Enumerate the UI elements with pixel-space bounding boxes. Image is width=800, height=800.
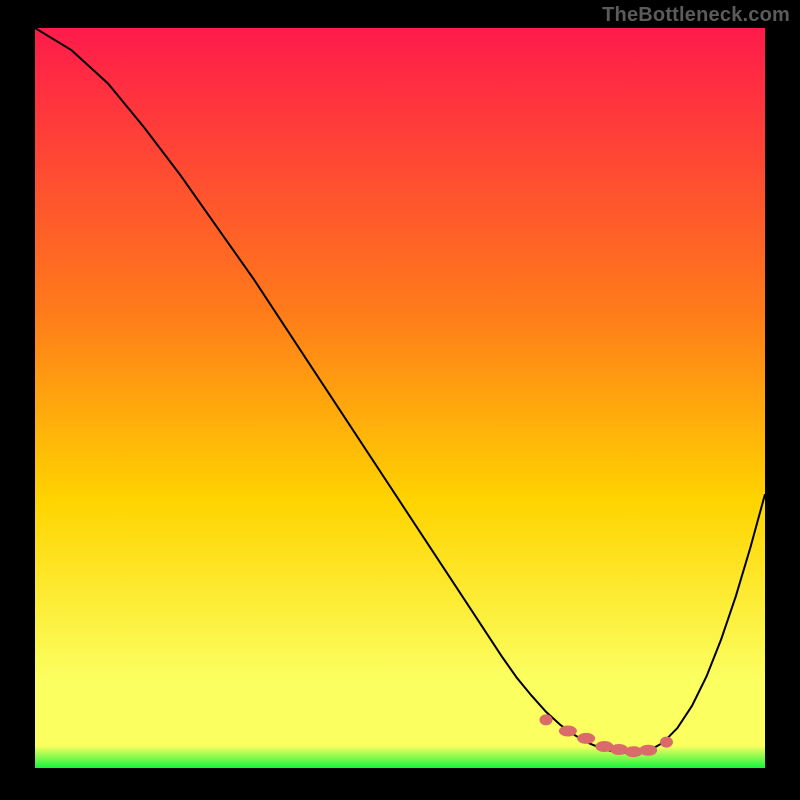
plot-area xyxy=(35,28,765,768)
optimal-marker xyxy=(639,745,657,756)
watermark-text: TheBottleneck.com xyxy=(602,4,790,27)
optimal-marker xyxy=(660,737,673,748)
gradient-background xyxy=(35,28,765,768)
optimal-marker xyxy=(559,726,577,737)
optimal-marker xyxy=(577,733,595,744)
optimal-marker xyxy=(540,714,553,725)
chart-container: TheBottleneck.com xyxy=(0,0,800,800)
chart-svg xyxy=(35,28,765,768)
